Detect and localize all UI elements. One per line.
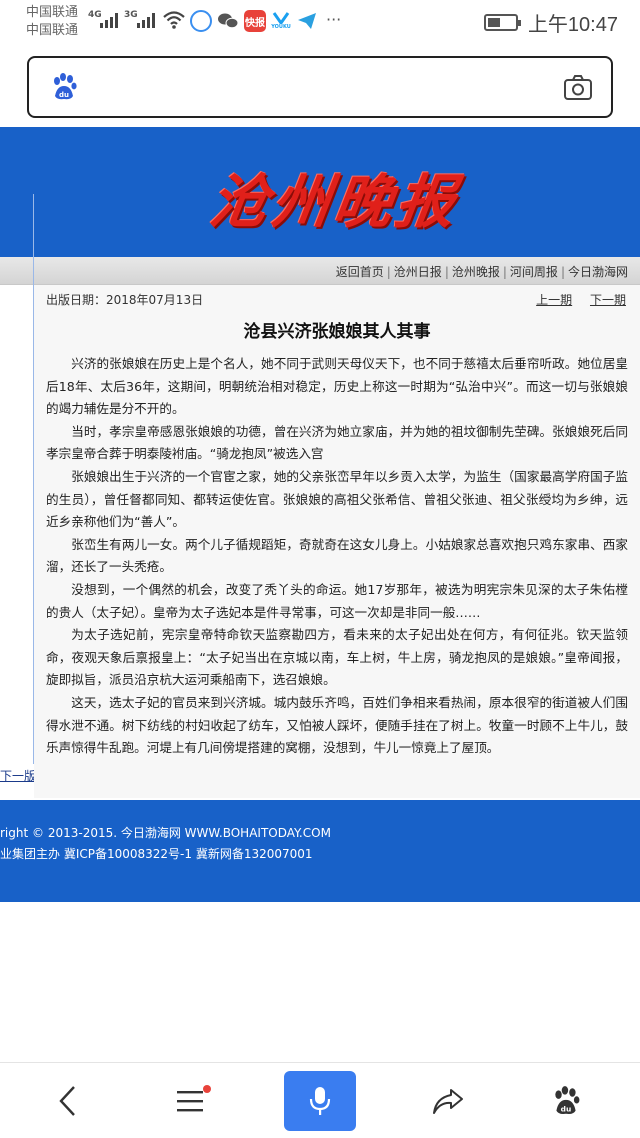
share-button[interactable] [412, 1071, 484, 1131]
previous-issue-link[interactable]: 上一期 [536, 293, 572, 307]
back-arrow-icon [59, 1086, 75, 1116]
wifi-icon [163, 11, 185, 29]
status-bar: 中国联通 中国联通 4G 3G 快报 YOUKU ··· 上午10:47 [0, 0, 640, 44]
nav-link-hejian-weekly[interactable]: 河间周报 [510, 265, 558, 279]
next-issue-link[interactable]: 下一期 [590, 293, 626, 307]
publish-date: 出版日期：2018年07月13日 [46, 293, 204, 307]
article-paragraph: 张峦生有两儿一女。两个儿子循规蹈矩，奇就奇在这女儿身上。小姑娘家总喜欢抱只鸡东家… [46, 536, 628, 575]
nav-link-cangzhou-evening[interactable]: 沧州晚报 [452, 265, 500, 279]
carrier-1: 中国联通 [26, 5, 79, 20]
notification-dot [203, 1085, 211, 1093]
newspaper-masthead: 沧州晚报 [0, 127, 640, 257]
qq-browser-icon [190, 10, 212, 32]
telegram-icon [296, 10, 318, 32]
share-icon [433, 1089, 463, 1114]
next-page-link[interactable]: 下一版 [0, 767, 36, 784]
carrier-info: 中国联通 中国联通 [26, 4, 78, 40]
browser-toolbar: du [0, 1062, 640, 1138]
nav-link-home[interactable]: 返回首页 [336, 265, 384, 279]
microphone-icon [309, 1087, 331, 1115]
nav-link-cangzhou-daily[interactable]: 沧州日报 [394, 265, 442, 279]
baidu-home-button[interactable]: du [530, 1071, 602, 1131]
article-paragraph: 当时，孝宗皇帝感恩张娘娘的功德，曾在兴济为她立家庙，并为她的祖坟御制先茔碑。张娘… [46, 423, 628, 462]
menu-button[interactable] [155, 1071, 227, 1131]
wechat-icon [217, 10, 239, 32]
copyright-text: right © 2013-2015. 今日渤海网 WWW.BOHAITODAY.… [0, 826, 331, 840]
network-type-2: 3G [124, 10, 138, 20]
page-thumbnail-panel [0, 194, 34, 764]
article-paragraph: 这天，选太子妃的官员来到兴济城。城内鼓乐齐鸣，百姓们争相来看热闹，原本很窄的街道… [46, 694, 628, 756]
menu-icon [177, 1091, 203, 1112]
article-meta: 出版日期：2018年07月13日 上一期 下一期 [46, 291, 626, 311]
clock: 上午10:47 [527, 14, 618, 36]
newspaper-logo: 沧州晚报 [200, 157, 470, 237]
signal-icon [100, 12, 118, 28]
battery-icon [483, 14, 521, 31]
voice-search-button[interactable] [284, 1071, 356, 1131]
signal-icon-2 [137, 12, 155, 28]
youku-icon: YOUKU [270, 10, 292, 32]
carrier-2: 中国联通 [26, 23, 79, 38]
baidu-paw-icon[interactable]: du [49, 72, 79, 102]
article-paragraph: 没想到，一个偶然的机会，改变了秃丫头的命运。她17岁那年，被选为明宪宗朱见深的太… [46, 581, 628, 620]
article-container: 出版日期：2018年07月13日 上一期 下一期 沧县兴济张娘娘其人其事 兴济的… [34, 285, 640, 798]
search-input[interactable] [95, 68, 535, 108]
search-bar[interactable]: du [27, 56, 613, 118]
top-navigation: 返回首页 | 沧州日报 | 沧州晚报 | 河间周报 | 今日渤海网 [0, 257, 640, 285]
article-paragraph: 张娘娘出生于兴济的一个官宦之家，她的父亲张峦早年以乡贡入太学，为监生（国家最高学… [46, 468, 628, 530]
article-title: 沧县兴济张娘娘其人其事 [243, 322, 431, 342]
icp-registration-text: 业集团主办 冀ICP备10008322号-1 冀新网备132007001 [0, 847, 313, 861]
back-button[interactable] [33, 1071, 105, 1131]
article-paragraph: 兴济的张娘娘在历史上是个名人，她不同于武则天母仪天下，也不同于慈禧太后垂帘听政。… [46, 356, 628, 417]
nav-link-bohai-today[interactable]: 今日渤海网 [568, 265, 628, 279]
camera-icon[interactable] [563, 74, 593, 102]
logo-text: 沧州晚报 [205, 168, 464, 236]
article-paragraph: 为太子选妃前，宪宗皇帝特命钦天监察勘四方，看未来的太子妃出处在何方，有何征兆。钦… [46, 627, 628, 688]
more-notifications-icon: ··· [326, 10, 342, 29]
site-footer: right © 2013-2015. 今日渤海网 WWW.BOHAITODAY.… [0, 800, 640, 902]
kuaibao-icon: 快报 [244, 10, 266, 32]
svg-text:du: du [59, 91, 69, 99]
article-body: 兴济的张娘娘在历史上是个名人，她不同于武则天母仪天下，也不同于慈禧太后垂帘听政。… [46, 353, 628, 760]
svg-text:du: du [561, 1105, 572, 1114]
baidu-paw-icon: du [555, 1086, 580, 1115]
